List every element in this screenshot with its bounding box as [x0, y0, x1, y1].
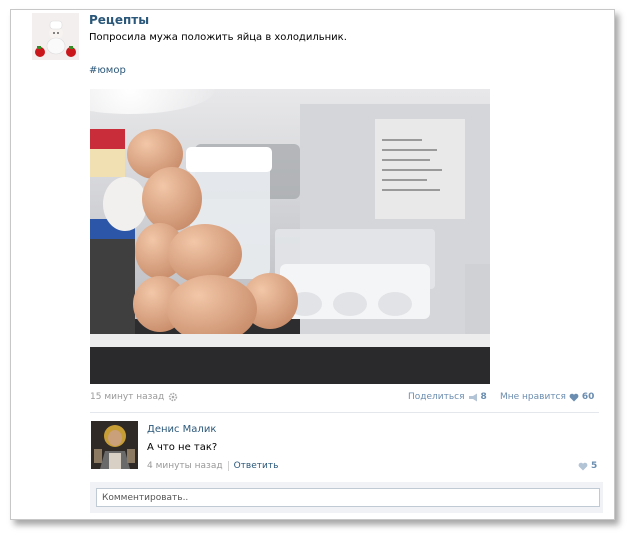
hashtag-link[interactable]: #юмор [89, 65, 126, 76]
comment-input[interactable] [96, 488, 600, 507]
share-button[interactable]: Поделиться 8 [408, 392, 487, 402]
like-count: 60 [581, 392, 595, 402]
chef-figurine-image [32, 13, 79, 60]
heart-icon [578, 462, 588, 471]
divider [90, 412, 599, 413]
comment-text: А что не так? [147, 442, 218, 453]
comment-time[interactable]: 4 минуты назад [147, 461, 223, 471]
comment-like-count: 5 [591, 461, 598, 471]
post-card: Рецепты Попросила мужа положить яйца в х… [10, 9, 615, 520]
megaphone-icon [468, 393, 478, 402]
meta-divider [227, 461, 229, 471]
post-time[interactable]: 15 минут назад [90, 392, 178, 402]
share-label: Поделиться [408, 392, 465, 402]
commenter-photo [91, 421, 138, 469]
comment-box [90, 482, 603, 513]
heart-icon [569, 393, 579, 402]
gear-icon[interactable] [168, 392, 178, 402]
post-time-label: 15 минут назад [90, 392, 165, 402]
comment-author[interactable]: Денис Малик [147, 424, 216, 435]
share-count: 8 [480, 392, 487, 402]
comment-like-button[interactable]: 5 [578, 461, 597, 471]
fridge-eggs-photo [90, 89, 490, 384]
group-avatar[interactable] [32, 13, 79, 60]
group-name[interactable]: Рецепты [89, 13, 149, 27]
comment-meta: 4 минуты назад Ответить [147, 461, 278, 471]
like-button[interactable]: Мне нравится 60 [500, 392, 594, 402]
reply-button[interactable]: Ответить [234, 461, 279, 471]
post-text: Попросила мужа положить яйца в холодильн… [89, 32, 347, 43]
avatar[interactable] [91, 421, 138, 469]
post-photo[interactable] [90, 89, 490, 384]
like-label: Мне нравится [500, 392, 566, 402]
